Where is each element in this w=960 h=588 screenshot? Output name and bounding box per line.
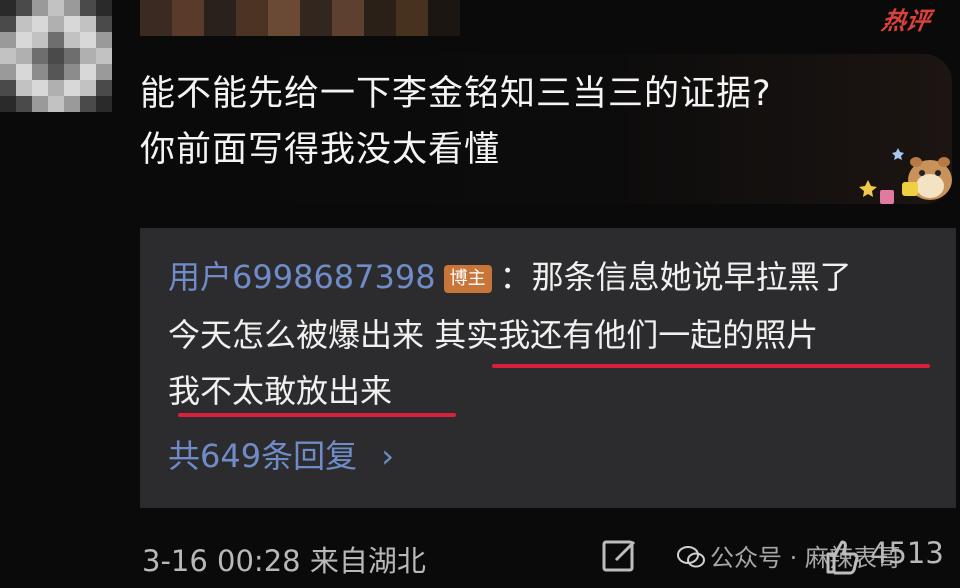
comment-line-1: 能不能先给一下李金铭知三当三的证据? bbox=[140, 74, 772, 114]
reply-separator: ： bbox=[499, 258, 532, 296]
edit-icon[interactable] bbox=[600, 536, 640, 576]
blurred-username bbox=[140, 0, 460, 36]
reply-text-1: 那条信息她说早拉黑了 bbox=[531, 258, 852, 296]
reply-line-2: 今天怎么被爆出来 其实我还有他们一起的照片 bbox=[168, 312, 818, 358]
avatar[interactable] bbox=[0, 0, 112, 112]
reply-line-3: 我不太敢放出来 bbox=[168, 368, 392, 414]
watermark: 公众号 · 麻辣表哥 bbox=[676, 538, 901, 573]
blogger-badge: 博主 bbox=[443, 265, 492, 293]
reply-text-2-underlined: 其实我还有他们一起的照片 bbox=[434, 316, 819, 354]
reply-username-link[interactable]: 用户6998687398 bbox=[168, 258, 436, 296]
hamster-sticker-icon bbox=[859, 148, 952, 204]
comment-meta: 3-16 00:28 来自湖北 bbox=[142, 544, 426, 578]
view-replies-link[interactable]: 共649条回复 › bbox=[168, 434, 394, 478]
like-icon[interactable] bbox=[820, 536, 862, 578]
red-underline-2 bbox=[178, 413, 456, 417]
comment-text: 能不能先给一下李金铭知三当三的证据? 你前面写得我没太看懂 bbox=[140, 66, 920, 178]
hot-comment-badge: 热评 bbox=[879, 7, 933, 35]
wechat-logo-icon bbox=[677, 546, 705, 568]
reply-text-2-plain: 今天怎么被爆出来 bbox=[168, 316, 435, 354]
comment-line-2: 你前面写得我没太看懂 bbox=[140, 130, 501, 170]
chevron-right-icon: › bbox=[381, 437, 395, 475]
reply-line-1: 用户6998687398 博主 ：那条信息她说早拉黑了 bbox=[168, 254, 852, 300]
reply-count-label: 共649条回复 bbox=[168, 437, 358, 475]
like-count: 4513 bbox=[870, 536, 944, 570]
reply-text-3-underlined: 我不太敢放出来 bbox=[168, 372, 393, 410]
red-underline-1 bbox=[492, 364, 930, 368]
